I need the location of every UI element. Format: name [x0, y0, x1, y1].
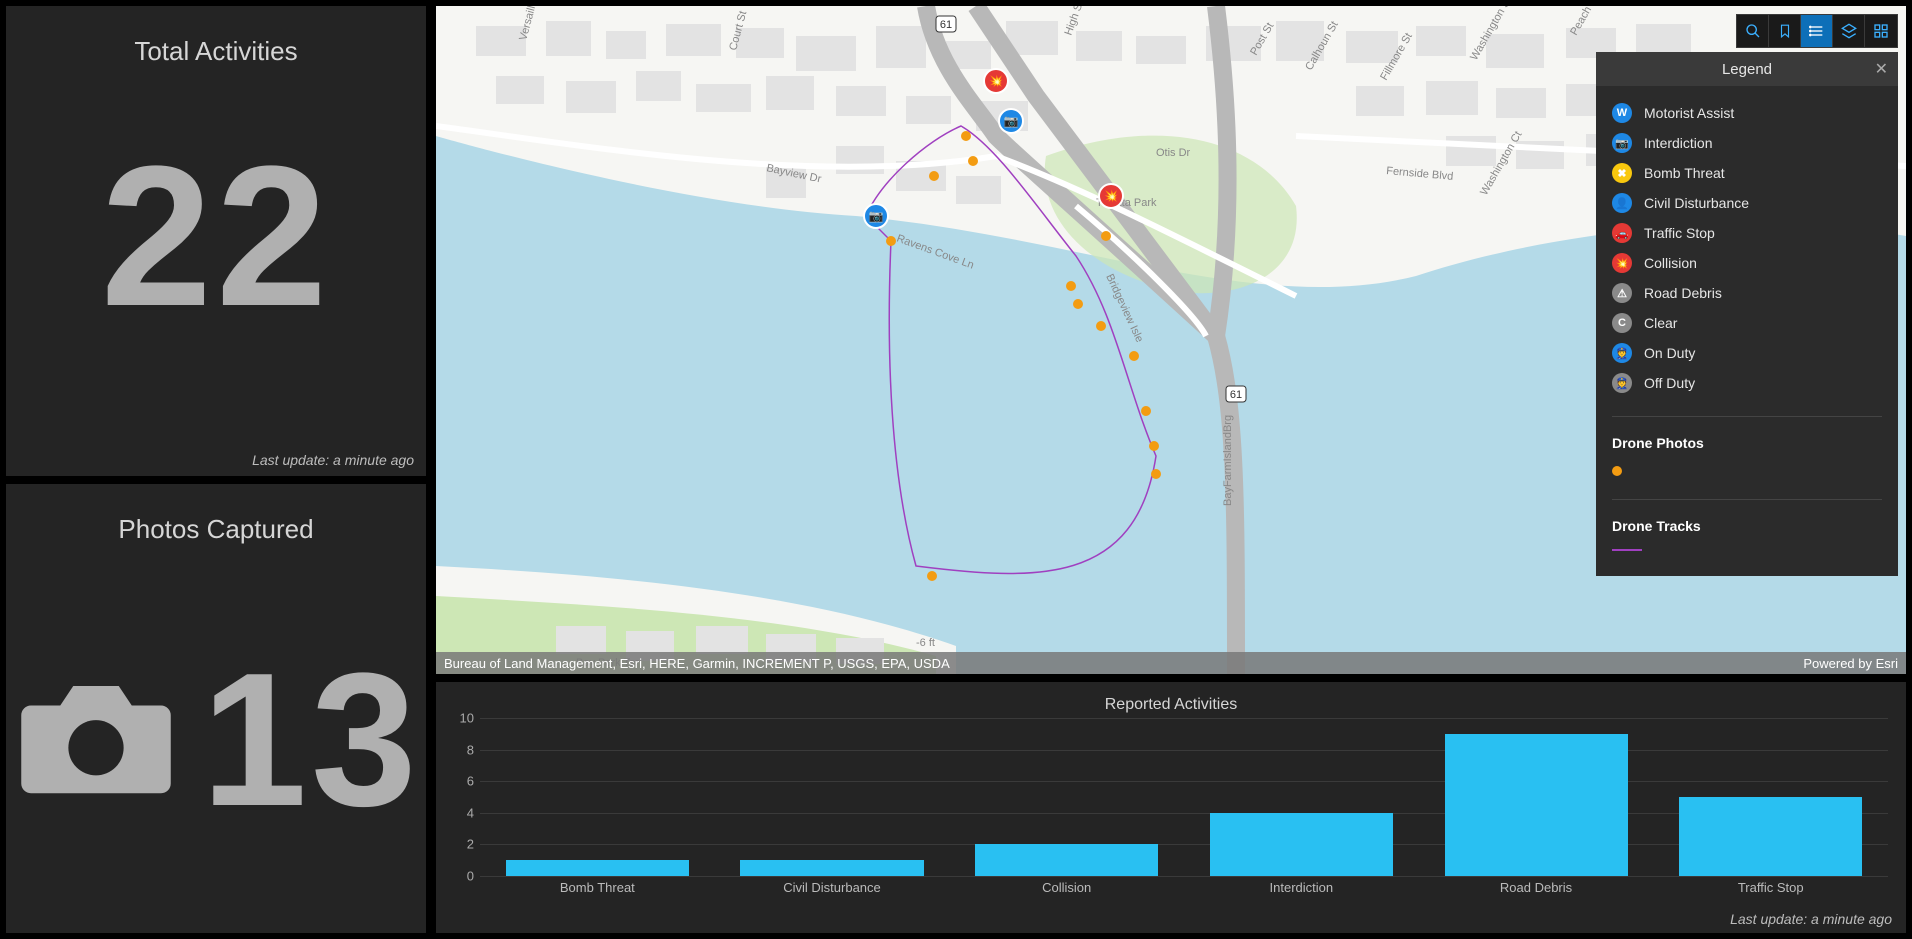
legend-drone-photos-title: Drone Photos — [1612, 435, 1882, 451]
legend-item-icon: 👮 — [1612, 343, 1632, 363]
chart-y-tick: 10 — [454, 711, 474, 726]
total-activities-panel: Total Activities 22 Last update: a minut… — [6, 6, 426, 476]
chart-x-label: Bomb Threat — [480, 876, 715, 898]
legend-item-label: Collision — [1644, 255, 1697, 271]
legend-item-icon: ⚠ — [1612, 283, 1632, 303]
legend-item: 💥 Collision — [1612, 248, 1882, 278]
legend-item-label: Off Duty — [1644, 375, 1695, 391]
map-basemap-button[interactable] — [1865, 15, 1897, 47]
legend-item-label: Bomb Threat — [1644, 165, 1725, 181]
legend-item-icon: ✖ — [1612, 163, 1632, 183]
attribution-text: Bureau of Land Management, Esri, HERE, G… — [444, 656, 950, 671]
svg-text:💥: 💥 — [989, 74, 1004, 88]
legend-panel: Legend ✕ W Motorist Assist 📷 Interdiction ✖ B… — [1596, 52, 1898, 576]
legend-item-icon: C — [1612, 313, 1632, 333]
total-activities-title: Total Activities — [6, 6, 426, 67]
chart-bar[interactable] — [1210, 813, 1393, 876]
depth-label: -6 ft — [916, 637, 935, 649]
legend-item-icon: 👤 — [1612, 193, 1632, 213]
legend-item-icon: 💥 — [1612, 253, 1632, 273]
legend-title: Legend — [1722, 61, 1772, 78]
map-legend-button[interactable] — [1801, 15, 1833, 47]
photos-captured-panel: Photos Captured 13 — [6, 484, 426, 933]
map[interactable]: 61 61 Bayview Dr Ravens Cove Ln Otis Dr … — [436, 6, 1906, 674]
chart-bar[interactable] — [1445, 734, 1628, 876]
map-layers-button[interactable] — [1833, 15, 1865, 47]
chart-x-label: Collision — [949, 876, 1184, 898]
legend-item: C Clear — [1612, 308, 1882, 338]
legend-item-label: Road Debris — [1644, 285, 1722, 301]
legend-item-icon: 🚗 — [1612, 223, 1632, 243]
chart-last-update: Last update: a minute ago — [1730, 911, 1892, 927]
legend-item: 👮 On Duty — [1612, 338, 1882, 368]
legend-item: ✖ Bomb Threat — [1612, 158, 1882, 188]
route-shield-icon: 61 — [1226, 386, 1246, 402]
legend-item-icon: W — [1612, 103, 1632, 123]
reported-activities-chart: Reported Activities 0246810 Bomb ThreatC… — [436, 682, 1906, 933]
legend-item: 🚗 Traffic Stop — [1612, 218, 1882, 248]
photos-captured-title: Photos Captured — [6, 484, 426, 545]
total-activities-last-update: Last update: a minute ago — [252, 452, 414, 468]
chart-x-label: Civil Disturbance — [715, 876, 950, 898]
svg-text:📷: 📷 — [1004, 114, 1019, 128]
chart-x-label: Traffic Stop — [1653, 876, 1888, 898]
legend-item-label: Traffic Stop — [1644, 225, 1715, 241]
map-marker-collision[interactable]: 💥 — [984, 69, 1008, 93]
legend-drone-track-swatch — [1612, 544, 1882, 556]
legend-close-button[interactable]: ✕ — [1875, 59, 1888, 79]
chart-bar[interactable] — [1679, 797, 1862, 876]
svg-text:💥: 💥 — [1104, 189, 1119, 203]
map-toolbar — [1736, 14, 1898, 48]
chart-y-tick: 2 — [454, 837, 474, 852]
legend-item-label: Interdiction — [1644, 135, 1712, 151]
map-marker-interdiction[interactable]: 📷 — [999, 109, 1023, 133]
chart-y-tick: 4 — [454, 805, 474, 820]
legend-item: 👤 Civil Disturbance — [1612, 188, 1882, 218]
legend-item-label: Civil Disturbance — [1644, 195, 1749, 211]
chart-bar[interactable] — [740, 860, 923, 876]
legend-item: 👮 Off Duty — [1612, 368, 1882, 398]
chart-x-label: Interdiction — [1184, 876, 1419, 898]
powered-by-esri: Powered by Esri — [1803, 656, 1898, 671]
map-marker-collision[interactable]: 💥 — [1099, 184, 1123, 208]
legend-drone-photo-swatch — [1612, 461, 1882, 481]
legend-drone-tracks-title: Drone Tracks — [1612, 518, 1882, 534]
map-attribution: Bureau of Land Management, Esri, HERE, G… — [436, 652, 1906, 674]
chart-bar[interactable] — [506, 860, 689, 876]
chart-bar[interactable] — [975, 844, 1158, 876]
chart-y-tick: 0 — [454, 869, 474, 884]
map-search-button[interactable] — [1737, 15, 1769, 47]
legend-item: W Motorist Assist — [1612, 98, 1882, 128]
map-marker-interdiction[interactable]: 📷 — [864, 204, 888, 228]
svg-text:61: 61 — [940, 19, 952, 31]
svg-text:61: 61 — [1230, 389, 1242, 401]
chart-x-label: Road Debris — [1419, 876, 1654, 898]
street-label: Otis Dr — [1156, 147, 1191, 159]
legend-item: 📷 Interdiction — [1612, 128, 1882, 158]
legend-item: ⚠ Road Debris — [1612, 278, 1882, 308]
svg-text:📷: 📷 — [869, 209, 884, 223]
legend-item-label: Clear — [1644, 315, 1677, 331]
camera-icon — [11, 673, 181, 808]
chart-y-tick: 8 — [454, 742, 474, 757]
legend-item-label: Motorist Assist — [1644, 105, 1734, 121]
total-activities-value: 22 — [6, 137, 426, 337]
street-label: BayFarmIslandBrg — [1222, 415, 1234, 506]
legend-item-icon: 👮 — [1612, 373, 1632, 393]
chart-title: Reported Activities — [454, 690, 1888, 718]
chart-y-tick: 6 — [454, 774, 474, 789]
legend-item-label: On Duty — [1644, 345, 1695, 361]
photos-captured-value: 13 — [201, 645, 420, 835]
map-bookmark-button[interactable] — [1769, 15, 1801, 47]
route-shield-icon: 61 — [936, 16, 956, 32]
legend-item-icon: 📷 — [1612, 133, 1632, 153]
